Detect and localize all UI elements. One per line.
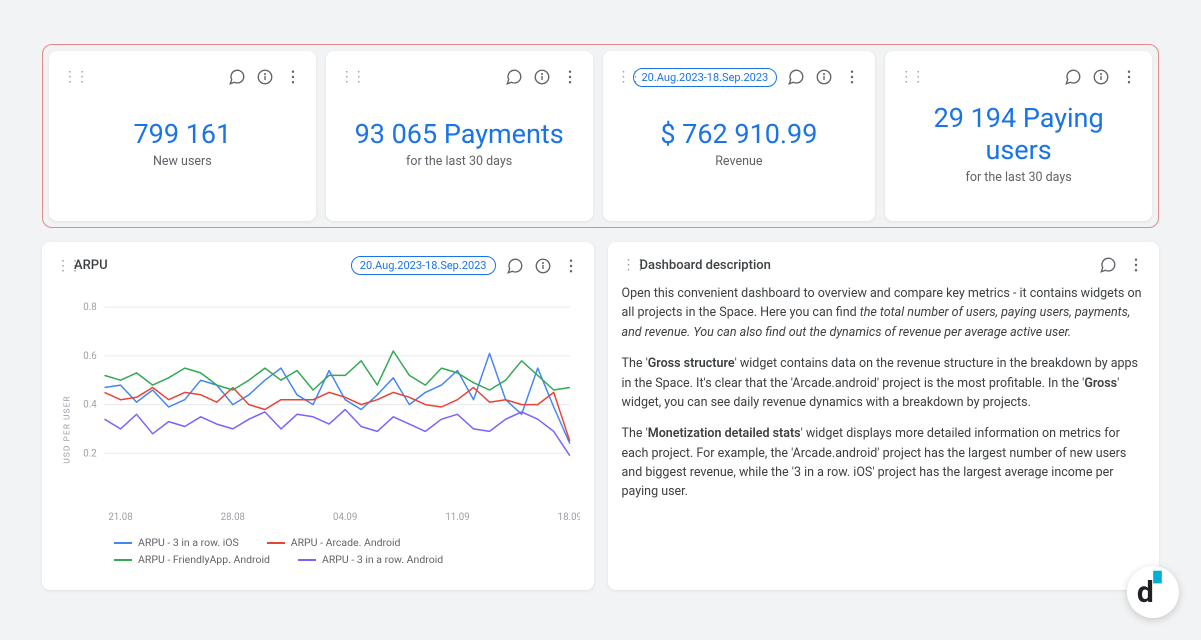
desc-bold: Gross structure <box>648 356 735 371</box>
legend-label: ARPU - 3 in a row. iOS <box>138 536 239 549</box>
drag-handle-icon[interactable]: ⋮⋮ <box>899 69 909 85</box>
comment-icon[interactable] <box>228 68 246 86</box>
metric-label: Revenue <box>617 154 862 169</box>
info-icon[interactable] <box>1092 68 1110 86</box>
legend-swatch-icon <box>267 542 285 544</box>
svg-text:21.08: 21.08 <box>108 512 132 523</box>
desc-text: The ' <box>622 356 648 371</box>
date-range-chip[interactable]: 20.Aug.2023-18.Sep.2023 <box>633 68 778 87</box>
legend-label: ARPU - Arcade. Android <box>291 536 401 549</box>
description-body: Open this convenient dashboard to overvi… <box>622 284 1146 502</box>
drag-handle-icon[interactable]: ⋮⋮ <box>63 69 73 85</box>
metric-card-payments: ⋮⋮ 93 065 Payments for the last 30 days <box>326 51 593 221</box>
drag-handle-icon[interactable]: ⋮⋮ <box>340 69 350 85</box>
date-range-chip[interactable]: 20.Aug.2023-18.Sep.2023 <box>351 256 496 275</box>
drag-handle-icon[interactable]: ⋮⋮ <box>622 257 632 273</box>
kebab-menu-icon[interactable] <box>561 68 579 86</box>
svg-text:0.2: 0.2 <box>83 448 97 459</box>
svg-text:11.09: 11.09 <box>445 512 469 523</box>
svg-text:0.8: 0.8 <box>83 302 96 313</box>
kebab-menu-icon[interactable] <box>843 68 861 86</box>
chart-legend: ARPU - 3 in a row. iOS ARPU - Arcade. And… <box>56 536 580 566</box>
metric-card-revenue: ⋮⋮ 20.Aug.2023-18.Sep.2023 $ 762 910.99 … <box>603 51 876 221</box>
metric-label: for the last 30 days <box>899 170 1138 185</box>
metric-value: 799 161 <box>63 118 302 150</box>
svg-text:04.09: 04.09 <box>333 512 357 523</box>
comment-icon[interactable] <box>505 68 523 86</box>
svg-text:0.4: 0.4 <box>83 399 97 410</box>
comment-icon[interactable] <box>1099 256 1117 274</box>
kebab-menu-icon[interactable] <box>284 68 302 86</box>
legend-item[interactable]: ARPU - 3 in a row. Android <box>298 553 443 566</box>
svg-text:28.08: 28.08 <box>221 512 245 523</box>
desc-bold: Monetization detailed stats <box>648 426 801 441</box>
metrics-highlight-row: ⋮⋮ 799 161 New users ⋮⋮ 93 065 Pay <box>42 44 1159 228</box>
brand-letter: d <box>1137 575 1154 610</box>
metric-card-paying-users: ⋮⋮ 29 194 Paying users for the last 30 d… <box>885 51 1152 221</box>
metric-label: New users <box>63 154 302 169</box>
desc-bold: Gross <box>1084 376 1117 391</box>
drag-handle-icon[interactable]: ⋮⋮ <box>617 69 627 85</box>
kebab-menu-icon[interactable] <box>1120 68 1138 86</box>
brand-dot-icon: ▘ <box>1154 571 1169 595</box>
comment-icon[interactable] <box>1064 68 1082 86</box>
comment-icon[interactable] <box>506 257 524 275</box>
metric-value: 93 065 Payments <box>340 118 579 150</box>
legend-swatch-icon <box>298 559 316 561</box>
info-icon[interactable] <box>534 257 552 275</box>
metric-card-new-users: ⋮⋮ 799 161 New users <box>49 51 316 221</box>
arpu-chart: 0.2 0.4 0.6 0.8 USD PER USER 21.08 28.08 04.09 1… <box>56 285 580 530</box>
panel-title: Dashboard description <box>640 258 771 273</box>
brand-logo: d▘ <box>1127 566 1179 618</box>
info-icon[interactable] <box>256 68 274 86</box>
svg-text:18.09: 18.09 <box>558 512 580 523</box>
description-panel: ⋮⋮ Dashboard description Open this conve… <box>608 242 1160 590</box>
info-icon[interactable] <box>815 68 833 86</box>
svg-text:USD PER USER: USD PER USER <box>63 395 73 463</box>
metric-value: 29 194 Paying users <box>899 102 1138 166</box>
kebab-menu-icon[interactable] <box>562 257 580 275</box>
drag-handle-icon[interactable]: ⋮⋮ <box>56 258 66 274</box>
legend-item[interactable]: ARPU - Arcade. Android <box>267 536 401 549</box>
legend-swatch-icon <box>114 542 132 544</box>
svg-text:0.6: 0.6 <box>83 351 97 362</box>
desc-text: The ' <box>622 426 648 441</box>
legend-label: ARPU - 3 in a row. Android <box>322 553 443 566</box>
legend-label: ARPU - FriendlyApp. Android <box>138 553 270 566</box>
arpu-panel: ⋮⋮ ARPU 20.Aug.2023-18.Sep.2023 0.20.40.… <box>42 242 594 590</box>
info-icon[interactable] <box>533 68 551 86</box>
metric-value: $ 762 910.99 <box>617 118 862 150</box>
comment-icon[interactable] <box>787 68 805 86</box>
legend-item[interactable]: ARPU - 3 in a row. iOS <box>114 536 239 549</box>
panel-title: ARPU <box>74 258 108 273</box>
kebab-menu-icon[interactable] <box>1127 256 1145 274</box>
legend-swatch-icon <box>114 559 132 561</box>
legend-item[interactable]: ARPU - FriendlyApp. Android <box>114 553 270 566</box>
metric-label: for the last 30 days <box>340 154 579 169</box>
